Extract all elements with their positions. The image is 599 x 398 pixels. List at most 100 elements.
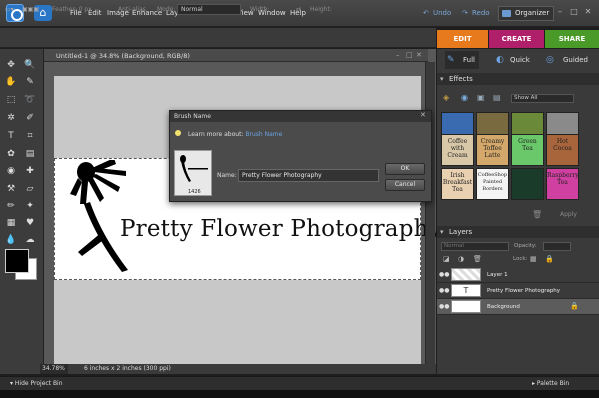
swap-dimensions-icon[interactable]: ⇄: [296, 6, 301, 13]
document-title: Untitled-1 @ 34.8% (Background, RGB/8): [56, 52, 190, 60]
layer-name: Pretty Flower Photography: [487, 288, 561, 294]
quick-fix-icon: ◐: [496, 55, 504, 65]
straighten-tool-icon[interactable]: ▤: [24, 148, 36, 160]
opacity-label: Opacity:: [514, 243, 537, 249]
blur-tool-icon[interactable]: 💧: [5, 234, 17, 246]
full-edit-icon: ✎: [447, 55, 455, 65]
vertical-scrollbar[interactable]: [425, 62, 435, 364]
apply-button[interactable]: Apply: [560, 211, 577, 218]
mode-label: Mode:: [157, 6, 176, 13]
smart-brush-tool-icon[interactable]: ✦: [24, 200, 36, 212]
shape-tool-icon[interactable]: ♥: [24, 217, 36, 229]
lightbulb-icon: [175, 130, 181, 136]
effects-panel-header[interactable]: Effects: [437, 73, 599, 85]
effect-thumb-green-tea[interactable]: Green Tea: [511, 134, 544, 166]
blend-mode-select[interactable]: Normal: [441, 242, 509, 251]
layer-thumbnail: [451, 300, 481, 313]
hand-tool-icon[interactable]: ✋: [5, 76, 17, 88]
trash-icon[interactable]: 🗑: [532, 210, 542, 219]
doc-close-icon[interactable]: ✕: [416, 51, 422, 59]
photo-effects-icon[interactable]: ▣: [477, 93, 485, 102]
learn-more-prefix: Learn more about:: [188, 131, 244, 138]
layers-panel-header[interactable]: Layers: [437, 226, 599, 238]
doc-minimize-icon[interactable]: –: [396, 51, 400, 59]
subtab-guided[interactable]: Guided: [563, 51, 588, 69]
learn-more-text: Learn more about: Brush Name: [188, 131, 282, 138]
visibility-icon[interactable]: ●●: [439, 303, 449, 310]
subtab-quick[interactable]: Quick: [510, 51, 530, 69]
close-icon[interactable]: ✕: [583, 7, 593, 17]
feather-label: Feather: 0 px: [52, 6, 92, 13]
magic-wand-tool-icon[interactable]: ✲: [5, 112, 17, 124]
layer-styles-icon[interactable]: ◉: [461, 93, 468, 102]
maximize-icon[interactable]: □: [569, 7, 579, 17]
hide-project-bin-button[interactable]: ▾ Hide Project Bin: [10, 380, 63, 387]
brush-name-input[interactable]: Pretty Flower Photography: [238, 169, 379, 182]
marquee-options-icon[interactable]: ▭▾: [5, 6, 14, 13]
palette-bin-button[interactable]: ▸ Palette Bin: [532, 380, 569, 387]
mode-select[interactable]: Normal: [177, 4, 241, 15]
opacity-input[interactable]: [543, 242, 571, 251]
effect-thumb-coffeeshop-painted-borders[interactable]: CoffeeShop Painted Borders: [476, 168, 509, 200]
sponge-tool-icon[interactable]: ☁: [24, 234, 36, 246]
undo-button[interactable]: Undo: [433, 9, 451, 17]
zoom-tool-icon[interactable]: 🔍: [24, 59, 36, 71]
eraser-tool-icon[interactable]: ▱: [24, 183, 36, 195]
learn-more-link[interactable]: Brush Name: [245, 131, 282, 138]
all-effects-icon[interactable]: ▤: [493, 93, 501, 102]
tab-create[interactable]: CREATE: [489, 30, 544, 48]
layer-name: Layer 1: [487, 272, 508, 278]
red-eye-tool-icon[interactable]: ◉: [5, 165, 17, 177]
filters-icon[interactable]: ◈: [443, 93, 449, 102]
document-size-info[interactable]: 6 inches x 2 inches (300 ppi): [84, 365, 171, 372]
layer-thumbnail: [451, 268, 481, 281]
cancel-button[interactable]: Cancel: [385, 179, 425, 191]
eyedropper-tool-icon[interactable]: ✎: [24, 76, 36, 88]
visibility-icon[interactable]: ●●: [439, 287, 449, 294]
lasso-tool-icon[interactable]: ➰: [24, 94, 36, 106]
tab-edit[interactable]: EDIT: [437, 30, 488, 48]
crop-tool-icon[interactable]: ⌗: [24, 130, 36, 142]
layer-name: Background: [487, 304, 520, 310]
doc-maximize-icon[interactable]: □: [406, 51, 413, 59]
type-tool-icon[interactable]: T: [5, 130, 17, 142]
new-layer-icon[interactable]: ◪: [443, 255, 450, 263]
foreground-color-swatch[interactable]: [5, 249, 29, 273]
lock-label: Lock:: [513, 256, 528, 262]
clone-stamp-tool-icon[interactable]: ⚒: [5, 183, 17, 195]
selection-brush-tool-icon[interactable]: ✐: [24, 112, 36, 124]
palette-bin-label: Palette Bin: [536, 380, 570, 387]
tab-share[interactable]: SHARE: [545, 30, 599, 48]
lock-all-icon[interactable]: 🔒: [545, 255, 554, 263]
marquee-tool-icon[interactable]: ⬚: [5, 94, 17, 106]
brush-preview-graphic: [180, 155, 208, 182]
delete-layer-icon[interactable]: 🗑: [473, 255, 482, 263]
effects-filter-select[interactable]: Show All: [511, 94, 574, 103]
minimize-icon[interactable]: –: [555, 7, 565, 17]
effect-thumb-coffee-with-cream[interactable]: Coffee with Cream: [441, 134, 474, 166]
effect-thumb[interactable]: [511, 168, 544, 200]
visibility-icon[interactable]: ●●: [439, 271, 449, 278]
healing-brush-tool-icon[interactable]: ✚: [24, 165, 36, 177]
antialias-checkbox[interactable]: Anti-alias: [118, 6, 146, 13]
gradient-tool-icon[interactable]: ▦: [5, 217, 17, 229]
selection-mode-icons[interactable]: ▣▣▣: [22, 6, 39, 13]
effect-thumb-irish-breakfast-tea[interactable]: Irish Breakfast Tea: [441, 168, 474, 200]
effect-thumb-hot-cocoa[interactable]: Hot Cocoa: [546, 134, 579, 166]
brush-count: 1426: [188, 189, 201, 195]
redo-button[interactable]: Redo: [472, 9, 490, 17]
lock-transparency-icon[interactable]: ▦: [530, 255, 537, 263]
artwork-text: Pretty Flower Photography: [120, 216, 442, 242]
move-tool-icon[interactable]: ✥: [5, 59, 17, 71]
zoom-readout[interactable]: 34.78%: [40, 364, 68, 374]
brush-tool-icon[interactable]: ✏: [5, 200, 17, 212]
effect-thumb-raspberry-tea[interactable]: Raspberry Tea: [546, 168, 579, 200]
adjustment-layer-icon[interactable]: ◑: [458, 255, 464, 263]
tool-options-bar: [0, 28, 436, 48]
cookie-cutter-tool-icon[interactable]: ✿: [5, 148, 17, 160]
ok-button[interactable]: OK: [385, 163, 425, 175]
organizer-button[interactable]: Organizer: [498, 6, 555, 21]
effect-thumb-creamy-toffee-latte[interactable]: Creamy Toffee Latte: [476, 134, 509, 166]
bottom-strip: [0, 390, 599, 398]
dialog-close-icon[interactable]: ✕: [420, 111, 426, 119]
